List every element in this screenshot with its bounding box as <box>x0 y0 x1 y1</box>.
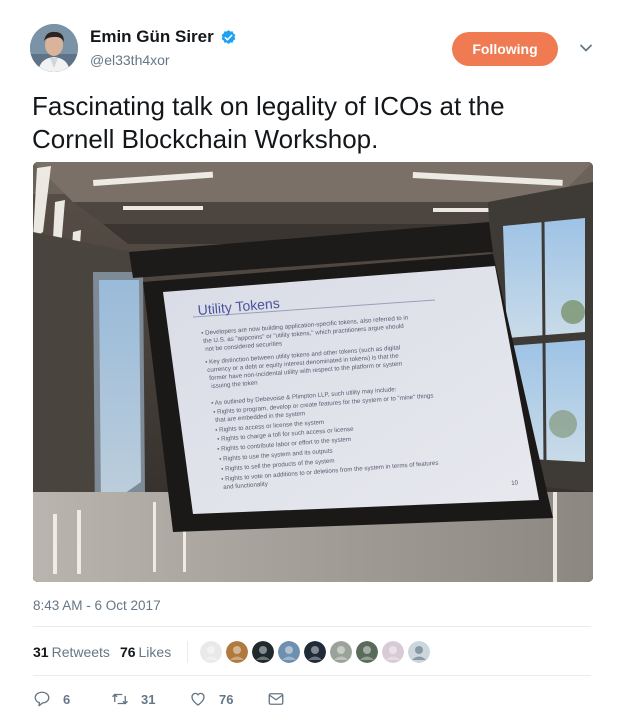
liker-avatar-8-icon[interactable] <box>382 641 405 663</box>
stats-separator <box>187 641 189 663</box>
liker-avatar-2-icon[interactable] <box>226 641 249 663</box>
liker-avatar-5-icon[interactable] <box>304 641 327 663</box>
retweets-count: 31 <box>33 644 49 660</box>
author-display-name[interactable]: Emin Gün Sirer <box>90 27 214 47</box>
like-button[interactable]: 76 <box>189 690 237 708</box>
following-button[interactable]: Following <box>452 32 558 66</box>
reply-button[interactable]: 6 <box>33 690 81 708</box>
direct-message-button[interactable] <box>267 690 297 708</box>
liker-avatar-7-icon[interactable] <box>356 641 379 663</box>
tweet-actions: 6 31 76 <box>33 687 327 711</box>
retweet-icon <box>112 693 128 705</box>
envelope-icon <box>268 693 284 705</box>
chevron-down-icon[interactable] <box>578 40 594 56</box>
liker-avatars <box>200 641 431 663</box>
tweet-stats: 31 Retweets 76 Likes <box>33 640 431 664</box>
verified-badge-icon <box>221 29 236 44</box>
liker-avatar-1-icon[interactable] <box>200 641 223 663</box>
liker-avatar-6-icon[interactable] <box>330 641 353 663</box>
retweet-button[interactable]: 31 <box>111 690 159 708</box>
reply-count: 6 <box>63 691 71 707</box>
like-count: 76 <box>219 691 234 707</box>
liker-avatar-3-icon[interactable] <box>252 641 275 663</box>
reply-icon <box>34 691 50 707</box>
liker-avatar-9-icon[interactable] <box>408 641 431 663</box>
tweet-header: Emin Gün Sirer @el33th4xor Following <box>30 22 600 78</box>
photo-scene <box>33 162 593 582</box>
likes-stat[interactable]: 76 Likes <box>120 644 171 660</box>
author-handle[interactable]: @el33th4xor <box>90 52 170 68</box>
avatar-portrait-icon <box>30 24 78 72</box>
divider <box>33 675 591 676</box>
retweet-count: 31 <box>141 691 156 707</box>
author-avatar[interactable] <box>30 24 78 72</box>
heart-icon <box>191 692 205 706</box>
tweet-text: Fascinating talk on legality of ICOs at … <box>32 91 505 154</box>
likes-count: 76 <box>119 644 136 660</box>
likes-label: Likes <box>138 644 172 660</box>
author-name-row: Emin Gün Sirer <box>90 27 237 47</box>
retweets-stat[interactable]: 31 Retweets <box>33 644 110 660</box>
divider <box>33 626 591 627</box>
tweet-photo[interactable]: Utility Tokens • Developers are now buil… <box>33 162 593 582</box>
retweets-label: Retweets <box>51 644 110 660</box>
liker-avatar-4-icon[interactable] <box>278 641 301 663</box>
tweet-timestamp[interactable]: 8:43 AM - 6 Oct 2017 <box>33 598 161 613</box>
